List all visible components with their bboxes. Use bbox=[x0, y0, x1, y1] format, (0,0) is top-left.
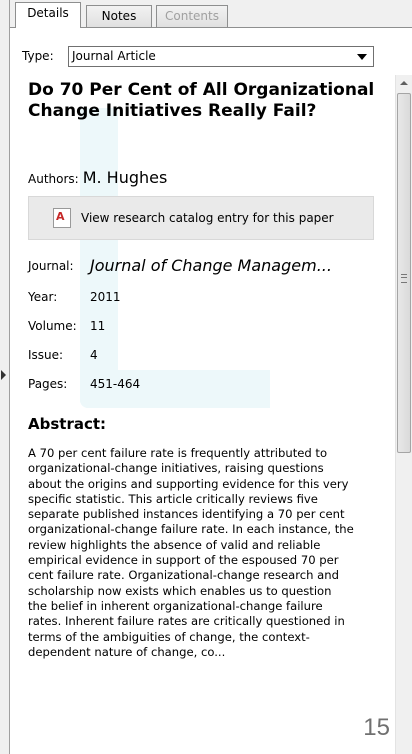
issue-value: 4 bbox=[90, 348, 98, 362]
view-catalog-label: View research catalog entry for this pap… bbox=[81, 211, 334, 225]
year-value: 2011 bbox=[90, 290, 121, 304]
view-catalog-button[interactable]: View research catalog entry for this pap… bbox=[28, 196, 374, 240]
tab-notes[interactable]: Notes bbox=[86, 5, 152, 27]
tab-contents: Contents bbox=[156, 5, 228, 27]
year-label: Year: bbox=[28, 290, 58, 304]
volume-value: 11 bbox=[90, 319, 106, 333]
page-number: 15 bbox=[363, 714, 390, 741]
type-select[interactable]: Journal Article bbox=[68, 46, 374, 67]
issue-label: Issue: bbox=[28, 348, 64, 362]
authors-value[interactable]: M. Hughes bbox=[83, 168, 168, 187]
left-panel-edge[interactable] bbox=[0, 0, 10, 754]
tab-details[interactable]: Details bbox=[15, 2, 81, 28]
type-select-value: Journal Article bbox=[72, 49, 156, 63]
pages-label: Pages: bbox=[28, 377, 68, 391]
paper-title: Do 70 Per Cent of All Organizational Cha… bbox=[28, 80, 375, 121]
abstract-text: A 70 per cent failure rate is frequently… bbox=[28, 446, 354, 659]
tab-bar: Details Notes Contents bbox=[10, 0, 412, 28]
grip-icon bbox=[401, 274, 407, 283]
scrollbar-thumb[interactable] bbox=[397, 93, 411, 453]
abstract-heading: Abstract: bbox=[28, 415, 107, 433]
pdf-icon bbox=[53, 208, 71, 228]
details-panel: Type: Journal Article Do 70 Per Cent of … bbox=[10, 27, 412, 754]
type-label: Type: bbox=[22, 49, 54, 63]
scroll-up-icon[interactable] bbox=[396, 75, 412, 92]
collapse-arrow-icon[interactable] bbox=[1, 370, 6, 380]
volume-label: Volume: bbox=[28, 319, 77, 333]
vertical-scrollbar[interactable] bbox=[395, 75, 412, 754]
authors-row: Authors: M. Hughes bbox=[28, 168, 167, 187]
journal-value[interactable]: Journal of Change Managem... bbox=[90, 256, 332, 275]
journal-label: Journal: bbox=[28, 259, 74, 273]
chevron-down-icon[interactable] bbox=[357, 54, 367, 60]
authors-label: Authors: bbox=[28, 172, 79, 186]
pages-value: 451-464 bbox=[90, 377, 141, 391]
